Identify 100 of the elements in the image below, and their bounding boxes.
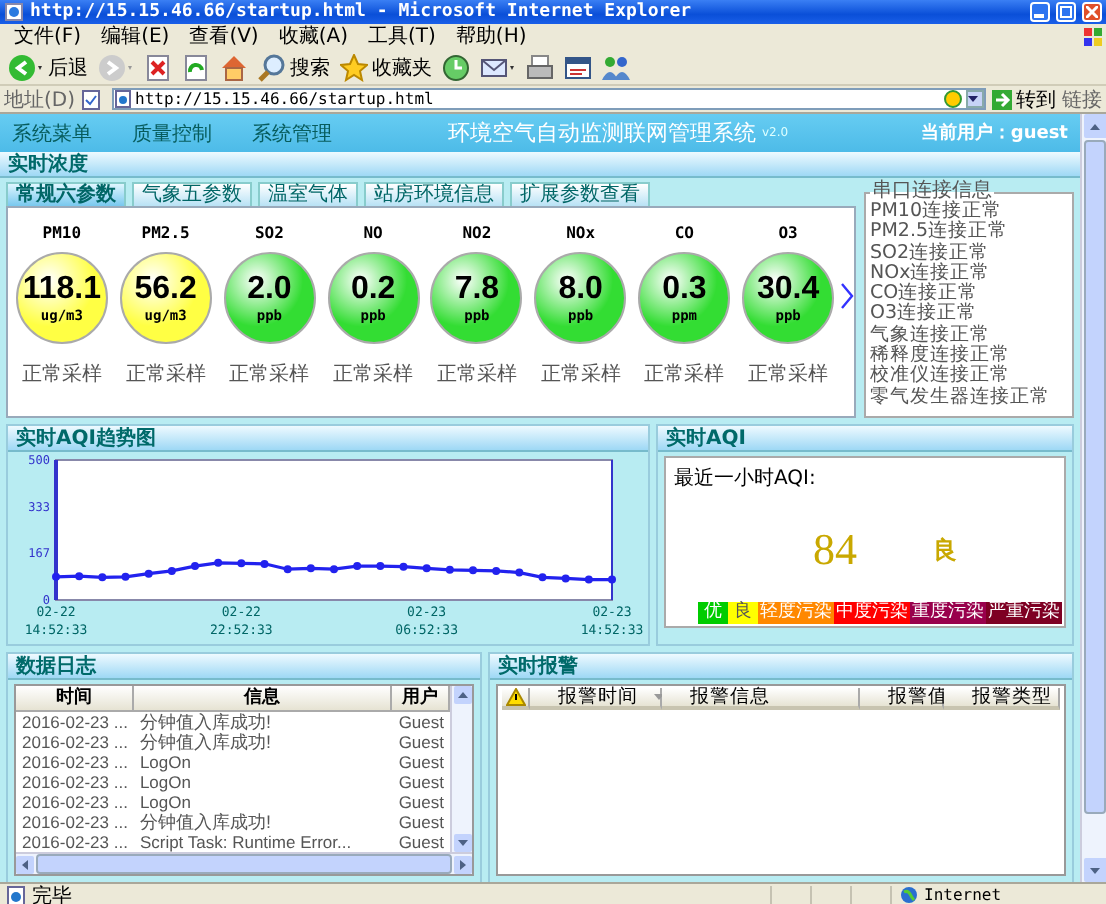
menu-item[interactable]: 文件(F) bbox=[4, 24, 92, 50]
close-button[interactable] bbox=[1082, 2, 1102, 22]
menu-item[interactable]: 帮助(H) bbox=[445, 24, 537, 50]
table-cell-text: 分钟值入库成功! bbox=[137, 732, 273, 752]
table-cell-text: 分钟值入库成功! bbox=[137, 712, 273, 732]
gauge-value: 56.2 bbox=[134, 272, 197, 308]
search-button[interactable]: 搜索 bbox=[256, 51, 332, 83]
scrollbar[interactable] bbox=[450, 686, 472, 852]
data-point bbox=[98, 573, 107, 582]
status-label: 正常采样 bbox=[125, 361, 206, 388]
connection-status: 校准仪连接正常 bbox=[870, 366, 1010, 387]
sort-icon bbox=[654, 693, 664, 701]
data-point bbox=[167, 566, 176, 575]
status-label: 正常采样 bbox=[644, 361, 725, 388]
data-point bbox=[121, 572, 130, 581]
favorites-button[interactable]: 收藏夹 bbox=[338, 51, 434, 83]
parameter-label: PM10 bbox=[42, 224, 82, 242]
data-point bbox=[214, 558, 223, 567]
maximize-icon bbox=[1060, 6, 1072, 18]
data-point bbox=[306, 564, 315, 573]
search-icon bbox=[258, 53, 286, 81]
print-button[interactable] bbox=[524, 51, 556, 83]
table-cell-text: 2016-02-23 ... bbox=[20, 812, 130, 832]
column-header[interactable]: 报警类型 bbox=[944, 688, 1060, 710]
parameter-label: NO bbox=[363, 224, 383, 242]
refresh-button[interactable] bbox=[180, 51, 212, 83]
back-button[interactable]: 后退 bbox=[6, 51, 90, 83]
column-header[interactable]: 报警时间 bbox=[530, 688, 662, 710]
column-header[interactable]: 信息 bbox=[133, 686, 393, 712]
data-point bbox=[445, 565, 454, 574]
data-point bbox=[469, 566, 477, 575]
links-button[interactable]: 链接 bbox=[1062, 85, 1102, 113]
connection-status: PM10连接正常 bbox=[870, 202, 1003, 222]
printer-icon bbox=[526, 53, 554, 81]
history-button[interactable] bbox=[440, 51, 472, 83]
refresh-icon bbox=[182, 53, 210, 81]
column-header[interactable] bbox=[502, 688, 530, 710]
connection-status: 稀释度连接正常 bbox=[870, 346, 1012, 367]
legend-chip: 严重污染 bbox=[986, 602, 1062, 624]
tab[interactable]: 常规六参数 bbox=[6, 182, 126, 206]
up-arrow-icon bbox=[1090, 123, 1100, 129]
address-field[interactable]: http://15.15.46.66/startup.html bbox=[111, 88, 986, 110]
go-button[interactable]: 转到 bbox=[992, 85, 1056, 113]
aqi-value: 84 bbox=[813, 524, 857, 576]
nav-link[interactable]: 系统菜单 bbox=[12, 119, 92, 147]
legend-chip: 优 bbox=[698, 602, 728, 624]
column-header[interactable]: 报警值 bbox=[860, 688, 944, 710]
down-arrow-icon bbox=[1090, 867, 1100, 873]
parameter-label: O3 bbox=[778, 224, 798, 242]
data-point bbox=[353, 562, 362, 571]
table-cell-text: Guest bbox=[396, 792, 446, 812]
window-title: http://15.15.46.66/startup.html - Microsoft Internet Explorer bbox=[30, 2, 694, 22]
up-arrow-icon bbox=[457, 692, 467, 698]
table-cell-text: LogOn bbox=[137, 772, 193, 792]
connection-status: 气象连接正常 bbox=[870, 325, 990, 346]
scrollbar[interactable] bbox=[16, 852, 472, 874]
menu-item[interactable]: 查看(V) bbox=[179, 24, 269, 50]
page-icon bbox=[113, 90, 132, 108]
connection-status: O3连接正常 bbox=[870, 304, 978, 325]
parameter-label: CO bbox=[674, 224, 694, 242]
stop-icon bbox=[144, 53, 172, 81]
status-label: 正常采样 bbox=[540, 361, 621, 388]
table-cell-text: 2016-02-23 ... bbox=[20, 752, 130, 772]
panel-title: 实时AQI bbox=[658, 426, 1072, 452]
stop-button[interactable] bbox=[142, 51, 174, 83]
minimize-button[interactable] bbox=[1030, 2, 1050, 22]
tab[interactable]: 气象五参数 bbox=[132, 182, 252, 206]
menu-item[interactable]: 收藏(A) bbox=[268, 24, 358, 50]
data-point bbox=[237, 559, 246, 568]
messenger-button[interactable] bbox=[600, 51, 632, 83]
status-label: 正常采样 bbox=[229, 361, 310, 388]
user-label: 当前用户：guest bbox=[920, 120, 1068, 146]
app-title: 环境空气自动监测联网管理系统 bbox=[448, 118, 756, 148]
legend-chip: 重度污染 bbox=[910, 602, 986, 624]
data-point bbox=[399, 562, 408, 571]
table-cell-text: 2016-02-23 ... bbox=[20, 712, 130, 732]
status-label: 正常采样 bbox=[333, 361, 414, 388]
zone-label: Internet bbox=[924, 886, 1002, 904]
menu-item[interactable]: 工具(T) bbox=[358, 24, 446, 50]
tab[interactable]: 站房环境信息 bbox=[364, 182, 504, 206]
data-point bbox=[191, 562, 199, 571]
table-cell-text: LogOn bbox=[137, 792, 193, 812]
nav-link[interactable]: 系统管理 bbox=[252, 119, 332, 147]
home-button[interactable] bbox=[218, 51, 250, 83]
forward-icon bbox=[98, 53, 134, 81]
column-header[interactable]: 时间 bbox=[16, 686, 134, 712]
column-header[interactable]: 用户 bbox=[392, 686, 450, 712]
column-header[interactable]: 报警信息 bbox=[662, 688, 860, 710]
nav-link[interactable]: 质量控制 bbox=[132, 119, 212, 147]
data-point bbox=[144, 569, 153, 578]
scrollbar[interactable] bbox=[1080, 114, 1106, 882]
go-arrow-icon bbox=[992, 89, 1012, 109]
edit-button[interactable] bbox=[562, 51, 594, 83]
table-cell-text: Script Task: Runtime Error... bbox=[137, 832, 354, 852]
maximize-button[interactable] bbox=[1056, 2, 1076, 22]
gauge-value: 0.3 bbox=[662, 272, 707, 308]
menu-item[interactable]: 编辑(E) bbox=[91, 24, 180, 50]
tab[interactable]: 温室气体 bbox=[258, 182, 358, 206]
tab[interactable]: 扩展参数查看 bbox=[510, 182, 650, 206]
dropdown-button[interactable] bbox=[966, 90, 984, 108]
